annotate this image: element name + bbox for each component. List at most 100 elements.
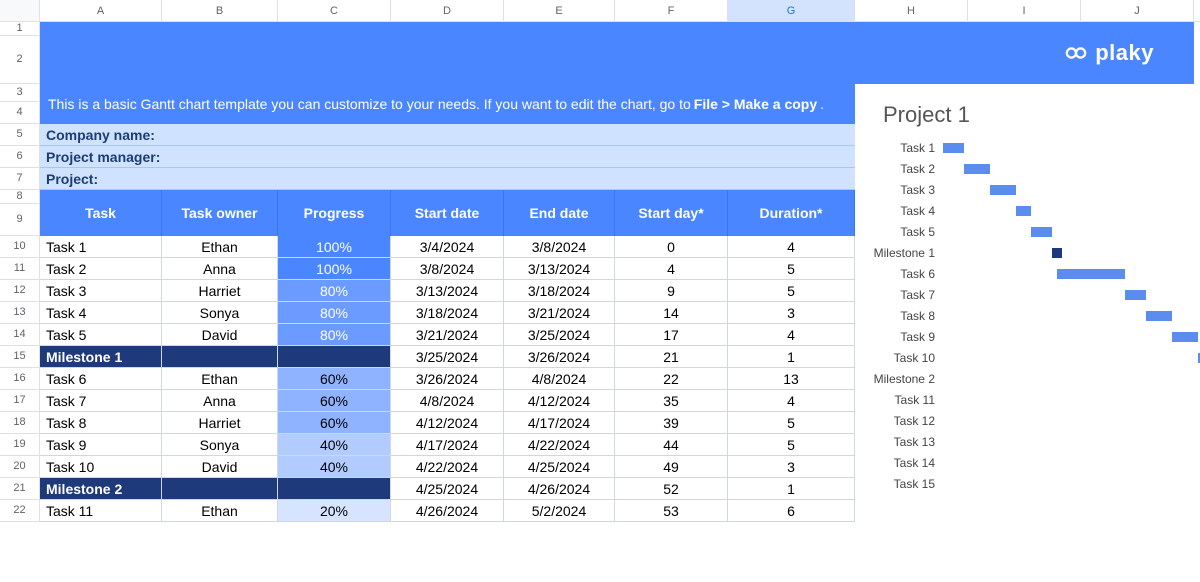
cell-task-owner[interactable]: Sonya: [162, 434, 278, 455]
cell-start-date[interactable]: 4/12/2024: [391, 412, 504, 433]
cell-end-date[interactable]: 3/8/2024: [504, 236, 615, 257]
table-row[interactable]: Task 1Ethan100%3/4/20243/8/202404: [40, 236, 855, 258]
cell-progress[interactable]: 40%: [278, 456, 391, 477]
cell-end-date[interactable]: 3/21/2024: [504, 302, 615, 323]
row-header-2[interactable]: 2: [0, 36, 40, 84]
cell-task-owner[interactable]: [162, 346, 278, 367]
cell-progress[interactable]: 60%: [278, 412, 391, 433]
cell-start-day-[interactable]: 44: [615, 434, 728, 455]
cell-end-date[interactable]: 3/13/2024: [504, 258, 615, 279]
cell-end-date[interactable]: 3/26/2024: [504, 346, 615, 367]
cell-task-owner[interactable]: Harriet: [162, 412, 278, 433]
cell-task[interactable]: Task 6: [40, 368, 162, 389]
cell-task-owner[interactable]: David: [162, 456, 278, 477]
cell-start-day-[interactable]: 14: [615, 302, 728, 323]
cell-duration-[interactable]: 4: [728, 324, 855, 345]
cell-start-date[interactable]: 3/18/2024: [391, 302, 504, 323]
cell-end-date[interactable]: 3/18/2024: [504, 280, 615, 301]
row-header-18[interactable]: 18: [0, 412, 40, 434]
cell-start-day-[interactable]: 22: [615, 368, 728, 389]
cell-duration-[interactable]: 5: [728, 434, 855, 455]
row-header-22[interactable]: 22: [0, 500, 40, 522]
cell-start-date[interactable]: 4/8/2024: [391, 390, 504, 411]
project-manager-label[interactable]: Project manager:: [40, 146, 855, 168]
sheet-area[interactable]: plaky This is a basic Gantt chart templa…: [40, 22, 1200, 526]
row-header-17[interactable]: 17: [0, 390, 40, 412]
cell-progress[interactable]: 80%: [278, 324, 391, 345]
company-name-label[interactable]: Company name:: [40, 124, 855, 146]
col-header-C[interactable]: C: [278, 0, 391, 21]
row-header-8[interactable]: 8: [0, 190, 40, 204]
col-header-H[interactable]: H: [855, 0, 968, 21]
cell-task-owner[interactable]: Anna: [162, 258, 278, 279]
col-header-I[interactable]: I: [968, 0, 1081, 21]
header-start-day-[interactable]: Start day*: [615, 190, 728, 236]
cell-start-date[interactable]: 3/13/2024: [391, 280, 504, 301]
cell-task-owner[interactable]: Harriet: [162, 280, 278, 301]
cell-duration-[interactable]: 3: [728, 456, 855, 477]
header-task[interactable]: Task: [40, 190, 162, 236]
cell-start-day-[interactable]: 17: [615, 324, 728, 345]
header-duration-[interactable]: Duration*: [728, 190, 855, 236]
cell-progress[interactable]: [278, 346, 391, 367]
cell-task[interactable]: Task 3: [40, 280, 162, 301]
cell-duration-[interactable]: 13: [728, 368, 855, 389]
col-header-A[interactable]: A: [40, 0, 162, 21]
cell-start-date[interactable]: 3/25/2024: [391, 346, 504, 367]
col-header-B[interactable]: B: [162, 0, 278, 21]
row-header-10[interactable]: 10: [0, 236, 40, 258]
table-row[interactable]: Task 8Harriet60%4/12/20244/17/2024395: [40, 412, 855, 434]
cell-duration-[interactable]: 6: [728, 500, 855, 521]
cell-duration-[interactable]: 1: [728, 478, 855, 499]
cell-start-day-[interactable]: 4: [615, 258, 728, 279]
cell-start-date[interactable]: 4/17/2024: [391, 434, 504, 455]
row-header-6[interactable]: 6: [0, 146, 40, 168]
cell-start-date[interactable]: 3/4/2024: [391, 236, 504, 257]
col-header-D[interactable]: D: [391, 0, 504, 21]
cell-start-day-[interactable]: 0: [615, 236, 728, 257]
row-header-20[interactable]: 20: [0, 456, 40, 478]
table-row[interactable]: Task 7Anna60%4/8/20244/12/2024354: [40, 390, 855, 412]
cell-task-owner[interactable]: Anna: [162, 390, 278, 411]
cell-progress[interactable]: [278, 478, 391, 499]
cell-end-date[interactable]: 4/26/2024: [504, 478, 615, 499]
col-header-F[interactable]: F: [615, 0, 728, 21]
cell-task[interactable]: Task 11: [40, 500, 162, 521]
cell-task[interactable]: Task 5: [40, 324, 162, 345]
table-row[interactable]: Task 10David40%4/22/20244/25/2024493: [40, 456, 855, 478]
cell-duration-[interactable]: 5: [728, 412, 855, 433]
table-row[interactable]: Milestone 24/25/20244/26/2024521: [40, 478, 855, 500]
row-header-13[interactable]: 13: [0, 302, 40, 324]
cell-start-date[interactable]: 3/26/2024: [391, 368, 504, 389]
cell-task-owner[interactable]: Ethan: [162, 500, 278, 521]
cell-progress[interactable]: 100%: [278, 236, 391, 257]
row-header-1[interactable]: 1: [0, 22, 40, 36]
cell-progress[interactable]: 80%: [278, 280, 391, 301]
cell-task[interactable]: Task 8: [40, 412, 162, 433]
header-end-date[interactable]: End date: [504, 190, 615, 236]
cell-start-date[interactable]: 4/26/2024: [391, 500, 504, 521]
cell-end-date[interactable]: 3/25/2024: [504, 324, 615, 345]
table-row[interactable]: Task 4Sonya80%3/18/20243/21/2024143: [40, 302, 855, 324]
cell-duration-[interactable]: 4: [728, 390, 855, 411]
cell-task[interactable]: Task 1: [40, 236, 162, 257]
cell-start-day-[interactable]: 49: [615, 456, 728, 477]
cell-start-date[interactable]: 4/25/2024: [391, 478, 504, 499]
header-task-owner[interactable]: Task owner: [162, 190, 278, 236]
header-start-date[interactable]: Start date: [391, 190, 504, 236]
cell-start-day-[interactable]: 9: [615, 280, 728, 301]
cell-task-owner[interactable]: Sonya: [162, 302, 278, 323]
cell-start-day-[interactable]: 35: [615, 390, 728, 411]
cell-task[interactable]: Task 2: [40, 258, 162, 279]
row-header-16[interactable]: 16: [0, 368, 40, 390]
cell-task[interactable]: Milestone 2: [40, 478, 162, 499]
cell-end-date[interactable]: 4/12/2024: [504, 390, 615, 411]
row-header-15[interactable]: 15: [0, 346, 40, 368]
cell-duration-[interactable]: 3: [728, 302, 855, 323]
table-row[interactable]: Task 3Harriet80%3/13/20243/18/202495: [40, 280, 855, 302]
cell-duration-[interactable]: 5: [728, 258, 855, 279]
table-row[interactable]: Task 9Sonya40%4/17/20244/22/2024445: [40, 434, 855, 456]
cell-end-date[interactable]: 4/17/2024: [504, 412, 615, 433]
cell-duration-[interactable]: 5: [728, 280, 855, 301]
cell-task-owner[interactable]: Ethan: [162, 236, 278, 257]
